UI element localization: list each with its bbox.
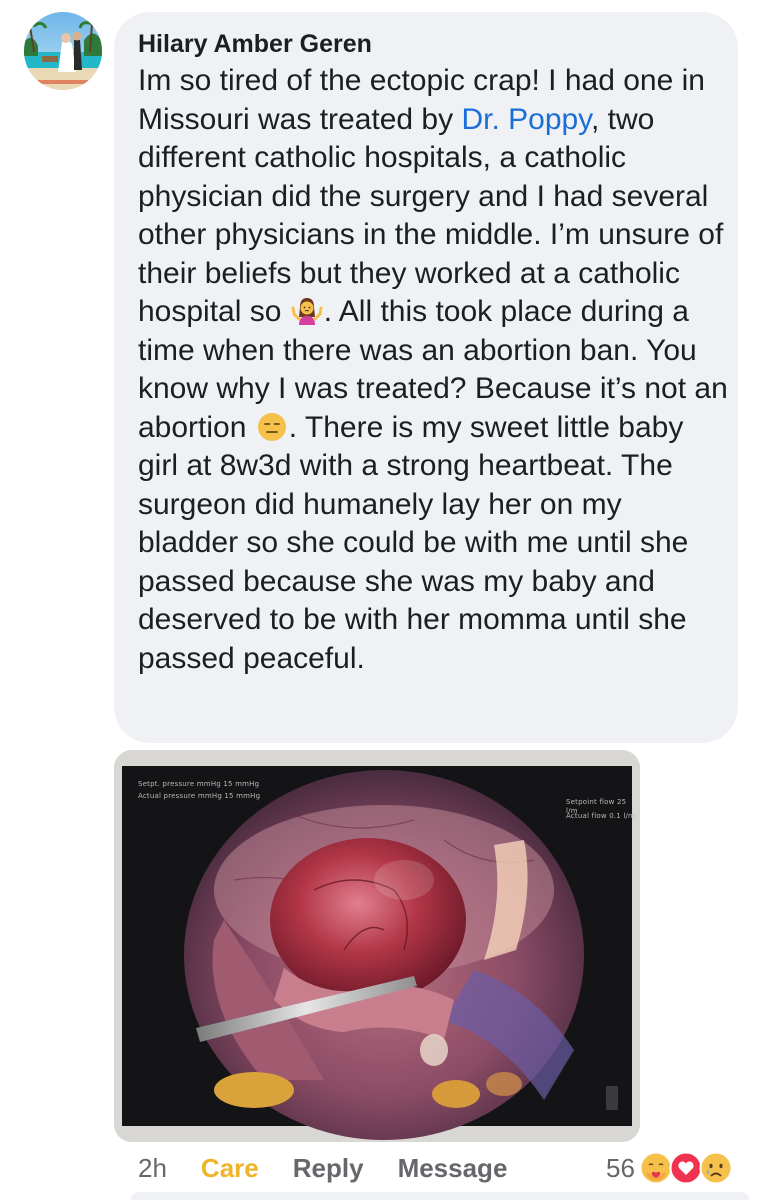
mention-link[interactable]: Dr. Poppy <box>461 103 591 136</box>
overlay-setpoint-pressure: Setpt. pressure mmHg 15 mmHg <box>138 780 260 788</box>
reaction-summary[interactable]: 56 <box>606 1148 733 1188</box>
next-comment-edge <box>130 1192 750 1200</box>
author-name[interactable]: Hilary Amber Geren <box>138 28 714 60</box>
care-reaction-button[interactable]: Care <box>201 1153 259 1184</box>
expressionless-face-emoji <box>256 411 288 443</box>
sad-reaction-icon <box>699 1151 733 1185</box>
message-button[interactable]: Message <box>398 1153 508 1184</box>
care-reaction-icon <box>639 1151 673 1185</box>
comment-actions: 2h Care Reply Message <box>138 1148 541 1188</box>
comment-bubble: Hilary Amber Geren Im so tired of the ec… <box>114 12 738 743</box>
attached-photo[interactable]: Setpt. pressure mmHg 15 mmHg Actual pres… <box>114 750 640 1142</box>
reaction-count: 56 <box>606 1152 635 1183</box>
comment-thread: Hilary Amber Geren Im so tired of the ec… <box>0 0 767 1200</box>
love-reaction-icon <box>669 1151 703 1185</box>
overlay-actual-pressure: Actual pressure mmHg 15 mmHg <box>138 792 261 800</box>
reaction-icons <box>639 1151 733 1185</box>
comment-timestamp[interactable]: 2h <box>138 1153 167 1184</box>
overlay-actual-flow: Actual flow 0.1 l/m <box>566 812 636 820</box>
woman-shrugging-emoji <box>291 295 323 327</box>
author-avatar[interactable] <box>24 12 102 90</box>
comment-text-part: . There is my sweet little baby girl at … <box>138 410 689 675</box>
reply-button[interactable]: Reply <box>293 1153 364 1184</box>
comment-body: Im so tired of the ectopic crap! I had o… <box>138 62 728 678</box>
